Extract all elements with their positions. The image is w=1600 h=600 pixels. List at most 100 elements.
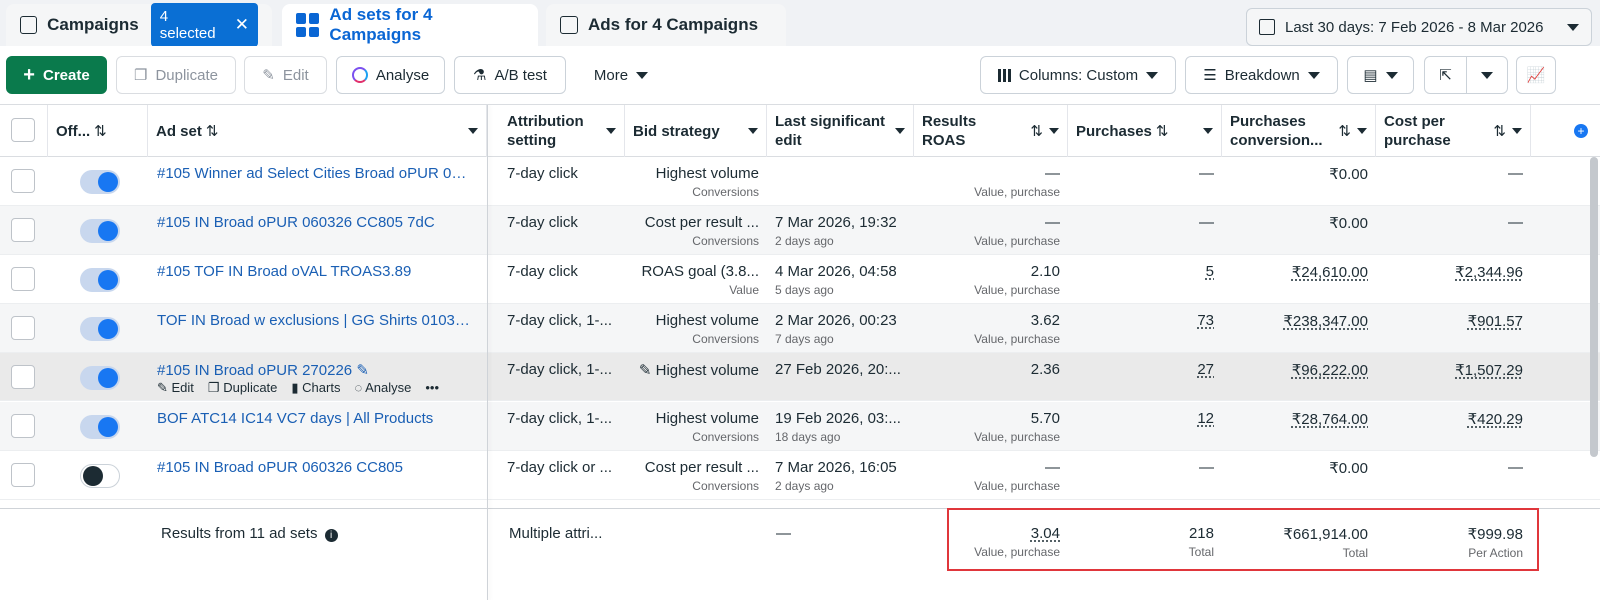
purchases-value[interactable]: 12 [1197, 410, 1214, 427]
conv-value[interactable]: ₹96,222.00 [1292, 362, 1368, 379]
cost-value[interactable]: ₹1,507.29 [1455, 362, 1523, 379]
chevron-down-icon[interactable] [1512, 128, 1522, 134]
header-attribution[interactable]: Attribution setting [499, 105, 625, 157]
purchases-value[interactable]: 73 [1197, 312, 1214, 329]
table-row[interactable]: #105 TOF IN Broad oVAL TROAS3.89 7-day c… [0, 255, 1600, 304]
chevron-down-icon[interactable] [1357, 128, 1367, 134]
cost-value[interactable]: — [1508, 459, 1523, 476]
purchases-value[interactable]: 5 [1206, 263, 1214, 280]
row-toggle[interactable] [80, 170, 120, 194]
duplicate-button[interactable]: ❐ Duplicate [116, 56, 236, 94]
conv-value[interactable]: ₹24,610.00 [1292, 264, 1368, 281]
sort-icon[interactable]: ⇅ [1493, 122, 1506, 141]
row-checkbox[interactable] [11, 463, 35, 487]
header-purchases-conv[interactable]: Purchases conversion... ⇅ [1222, 105, 1376, 157]
table-row[interactable]: #105 IN Broad oPUR 270226 ✎ 7-day click,… [0, 353, 1600, 401]
breakdown-button[interactable]: ☰ Breakdown [1185, 56, 1338, 94]
purchases-value[interactable]: — [1199, 214, 1214, 231]
header-ad-set[interactable]: Ad set ⇅ [148, 105, 487, 157]
ab-test-button[interactable]: ⚗ A/B test [454, 56, 566, 94]
create-button[interactable]: + Create [6, 56, 107, 94]
table-row[interactable]: #105 IN Broad oPUR 060326 CC805 7-day cl… [0, 451, 1600, 500]
conv-value[interactable]: ₹0.00 [1329, 215, 1368, 232]
sort-icon[interactable]: ⇅ [94, 122, 107, 141]
row-checkbox[interactable] [11, 267, 35, 291]
vertical-scrollbar[interactable] [1590, 157, 1598, 457]
table-row[interactable]: #105 IN Broad oPUR 060326 CC805 7dC 7-da… [0, 206, 1600, 255]
header-off-on[interactable]: Off... ⇅ [48, 105, 148, 157]
info-icon[interactable]: i [324, 529, 338, 542]
adset-name-link[interactable]: #105 IN Broad oPUR 060326 CC805 7dC [149, 206, 479, 255]
purchases-value[interactable]: — [1199, 165, 1214, 182]
adset-name-link[interactable]: TOF IN Broad w exclusions | GG Shirts 01… [149, 304, 479, 353]
purchases-value[interactable]: — [1199, 459, 1214, 476]
more-button[interactable]: More [578, 56, 664, 94]
row-toggle[interactable] [80, 415, 120, 439]
row-toggle[interactable] [80, 317, 120, 341]
sort-icon[interactable]: ⇅ [1030, 122, 1043, 141]
header-last-edit[interactable]: Last significant edit [767, 105, 914, 157]
adset-name-link[interactable]: #105 Winner ad Select Cities Broad oPUR … [149, 157, 479, 206]
tab-ads[interactable]: Ads for 4 Campaigns [546, 4, 786, 46]
pencil-icon[interactable]: ✎ [356, 362, 369, 379]
select-all-checkbox[interactable] [11, 118, 35, 142]
adset-name-link[interactable]: #105 IN Broad oPUR 060326 CC805 [149, 451, 479, 500]
header-purchases[interactable]: Purchases ⇅ [1068, 105, 1222, 157]
row-checkbox[interactable] [11, 414, 35, 438]
cost-value[interactable]: ₹2,344.96 [1455, 264, 1523, 281]
row-toggle[interactable] [80, 219, 120, 243]
tab-campaigns[interactable]: Campaigns 4 selected ✕ [6, 3, 272, 47]
conv-value[interactable]: ₹0.00 [1329, 166, 1368, 183]
row-edit-action[interactable]: ✎ Edit [157, 380, 194, 396]
adset-name-link[interactable]: BOF ATC14 IC14 VC7 days | All Products [149, 402, 479, 451]
header-cost-per[interactable]: Cost per purchase ⇅ [1376, 105, 1531, 157]
close-icon[interactable]: ✕ [235, 15, 249, 35]
row-duplicate-action[interactable]: ❐ Duplicate [208, 380, 277, 396]
purchases-value[interactable]: 27 [1197, 361, 1214, 378]
row-toggle[interactable] [80, 268, 120, 292]
row-checkbox[interactable] [11, 218, 35, 242]
chevron-down-icon[interactable] [468, 128, 478, 134]
row-checkbox[interactable] [11, 169, 35, 193]
charts-button[interactable]: 📈 [1516, 56, 1556, 94]
header-results-roas[interactable]: Results ROAS ⇅ [914, 105, 1068, 157]
reports-button[interactable]: ▤ [1347, 56, 1414, 94]
row-toggle[interactable] [80, 464, 120, 488]
edit-button[interactable]: ✎ Edit [244, 56, 327, 94]
conv-value[interactable]: ₹238,347.00 [1283, 313, 1368, 330]
row-checkbox[interactable] [11, 316, 35, 340]
analyse-button[interactable]: Analyse [336, 56, 445, 94]
row-checkbox[interactable] [11, 365, 35, 389]
date-range-picker[interactable]: Last 30 days: 7 Feb 2026 - 8 Mar 2026 [1246, 8, 1592, 46]
export-button[interactable]: ⇱ [1424, 56, 1508, 94]
row-toggle[interactable] [80, 366, 120, 390]
table-row[interactable]: #105 Winner ad Select Cities Broad oPUR … [0, 157, 1600, 206]
pencil-icon[interactable]: ✎ [639, 362, 656, 379]
chevron-down-icon[interactable] [1203, 128, 1213, 134]
cost-value[interactable]: ₹901.57 [1468, 313, 1523, 330]
chevron-down-icon[interactable] [1049, 128, 1059, 134]
table-row[interactable]: BOF ATC14 IC14 VC7 days | All Products 7… [0, 402, 1600, 451]
row-charts-action[interactable]: ▮ Charts [291, 380, 340, 396]
header-bid-strategy[interactable]: Bid strategy [625, 105, 767, 157]
cost-value[interactable]: — [1508, 165, 1523, 182]
columns-button[interactable]: Columns: Custom [980, 56, 1176, 94]
more-options-icon[interactable]: ••• [425, 380, 439, 396]
cost-value[interactable]: ₹420.29 [1468, 411, 1523, 428]
tab-adsets[interactable]: Ad sets for 4 Campaigns [282, 4, 538, 46]
add-column-icon[interactable]: + [1574, 124, 1588, 138]
sort-icon[interactable]: ⇅ [206, 122, 219, 141]
conv-value[interactable]: ₹28,764.00 [1292, 411, 1368, 428]
conv-value[interactable]: ₹0.00 [1329, 460, 1368, 477]
chevron-down-icon[interactable] [606, 128, 616, 134]
sort-icon[interactable]: ⇅ [1156, 122, 1169, 141]
row-analyse-action[interactable]: ◌ Analyse [354, 380, 411, 396]
adset-name-link[interactable]: #105 IN Broad oPUR 270226 ✎ [149, 353, 479, 379]
chevron-down-icon[interactable] [748, 128, 758, 134]
chevron-down-icon[interactable] [895, 128, 905, 134]
table-row[interactable]: TOF IN Broad w exclusions | GG Shirts 01… [0, 304, 1600, 353]
adset-name-link[interactable]: #105 TOF IN Broad oVAL TROAS3.89 [149, 255, 479, 304]
sort-icon[interactable]: ⇅ [1338, 122, 1351, 141]
selected-badge[interactable]: 4 selected ✕ [150, 3, 258, 47]
cost-value[interactable]: — [1508, 214, 1523, 231]
